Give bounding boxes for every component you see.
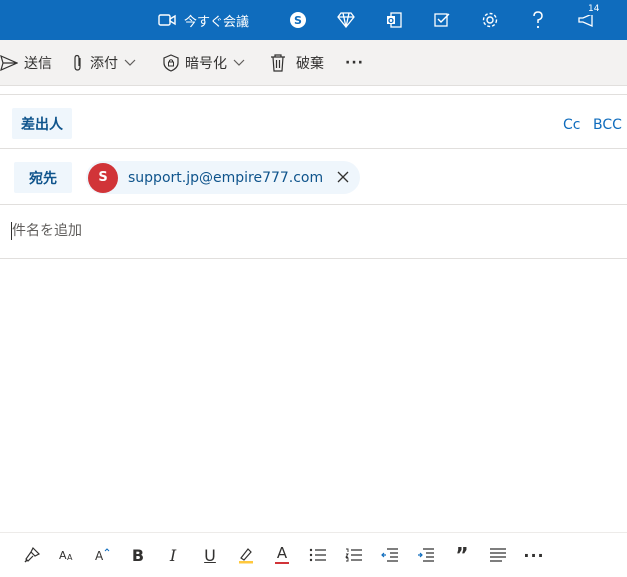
paperclip-icon xyxy=(72,54,84,72)
todo-icon xyxy=(433,11,451,29)
attach-label: 添付 xyxy=(90,56,118,72)
text-effects-icon[interactable]: A xyxy=(90,543,114,567)
encrypt-label: 暗号化 xyxy=(185,56,227,72)
help-icon xyxy=(531,11,545,29)
svg-text:A: A xyxy=(67,553,73,562)
svg-text:S: S xyxy=(294,14,302,27)
bold-icon[interactable]: B xyxy=(126,543,150,567)
svg-text:A: A xyxy=(59,549,67,562)
office-apps-button[interactable]: O xyxy=(382,0,406,40)
increase-indent-icon[interactable] xyxy=(414,543,438,567)
font-color-swatch xyxy=(275,562,289,564)
gear-icon xyxy=(481,11,499,29)
font-color-glyph: A xyxy=(276,544,288,562)
notification-badge: 14 xyxy=(586,4,602,15)
svg-text:A: A xyxy=(95,549,104,563)
avatar: S xyxy=(88,162,118,193)
format-painter-icon[interactable] xyxy=(20,543,44,567)
chevron-down-icon[interactable] xyxy=(233,59,245,67)
send-button[interactable]: 送信 xyxy=(0,40,52,86)
font-color-icon[interactable]: A xyxy=(270,543,294,567)
to-row: 宛先 S support.jp@empire777.com xyxy=(0,149,627,205)
todo-button[interactable] xyxy=(430,0,454,40)
compose-toolbar: 送信 添付 暗号化 破棄 ··· xyxy=(0,40,627,86)
skype-icon: S xyxy=(289,11,307,29)
settings-button[interactable] xyxy=(478,0,502,40)
chevron-down-icon[interactable] xyxy=(124,59,136,67)
quote-icon[interactable]: ” xyxy=(450,543,474,567)
video-icon xyxy=(158,13,176,27)
skype-button[interactable]: S xyxy=(286,0,310,40)
diamond-icon xyxy=(337,12,355,28)
shield-lock-icon xyxy=(163,54,179,72)
numbering-icon[interactable] xyxy=(342,543,366,567)
help-button[interactable] xyxy=(526,0,550,40)
encrypt-button[interactable]: 暗号化 xyxy=(163,40,245,86)
subject-row[interactable] xyxy=(0,205,627,259)
message-body[interactable] xyxy=(0,260,627,532)
more-icon: ··· xyxy=(345,55,364,71)
from-button[interactable]: 差出人 xyxy=(12,108,72,139)
align-icon[interactable] xyxy=(486,543,510,567)
top-bar: 今すぐ会議 S O 14 xyxy=(0,0,627,40)
recipient-chip[interactable]: S support.jp@empire777.com xyxy=(86,161,360,194)
close-icon[interactable] xyxy=(336,169,350,188)
more-options-button[interactable]: ··· xyxy=(345,40,364,86)
cc-button[interactable]: Cc xyxy=(563,117,580,133)
font-size-icon[interactable]: AA xyxy=(55,543,79,567)
from-row: 差出人 Cc BCC xyxy=(0,94,627,149)
premium-button[interactable] xyxy=(334,0,358,40)
send-label: 送信 xyxy=(24,56,52,72)
recipient-email: support.jp@empire777.com xyxy=(128,169,324,186)
discard-button[interactable]: 破棄 xyxy=(270,40,324,86)
bullets-icon[interactable] xyxy=(306,543,330,567)
attach-button[interactable]: 添付 xyxy=(72,40,136,86)
to-button[interactable]: 宛先 xyxy=(14,162,72,193)
meet-now-button[interactable]: 今すぐ会議 xyxy=(158,0,268,40)
highlight-icon[interactable] xyxy=(234,543,258,567)
discard-label: 破棄 xyxy=(296,56,324,72)
svg-text:O: O xyxy=(388,17,394,25)
trash-icon xyxy=(270,54,286,72)
formatting-toolbar: AA A B I U A ” ··· xyxy=(0,532,627,577)
office-icon: O xyxy=(385,11,403,29)
subject-input[interactable]: 件名を追加 xyxy=(11,222,82,240)
bcc-button[interactable]: BCC xyxy=(593,117,622,133)
italic-icon[interactable]: I xyxy=(161,543,185,567)
more-icon[interactable]: ··· xyxy=(522,543,546,567)
meet-now-label: 今すぐ会議 xyxy=(184,14,250,30)
underline-icon[interactable]: U xyxy=(198,543,222,567)
decrease-indent-icon[interactable] xyxy=(378,543,402,567)
send-icon xyxy=(0,55,18,71)
